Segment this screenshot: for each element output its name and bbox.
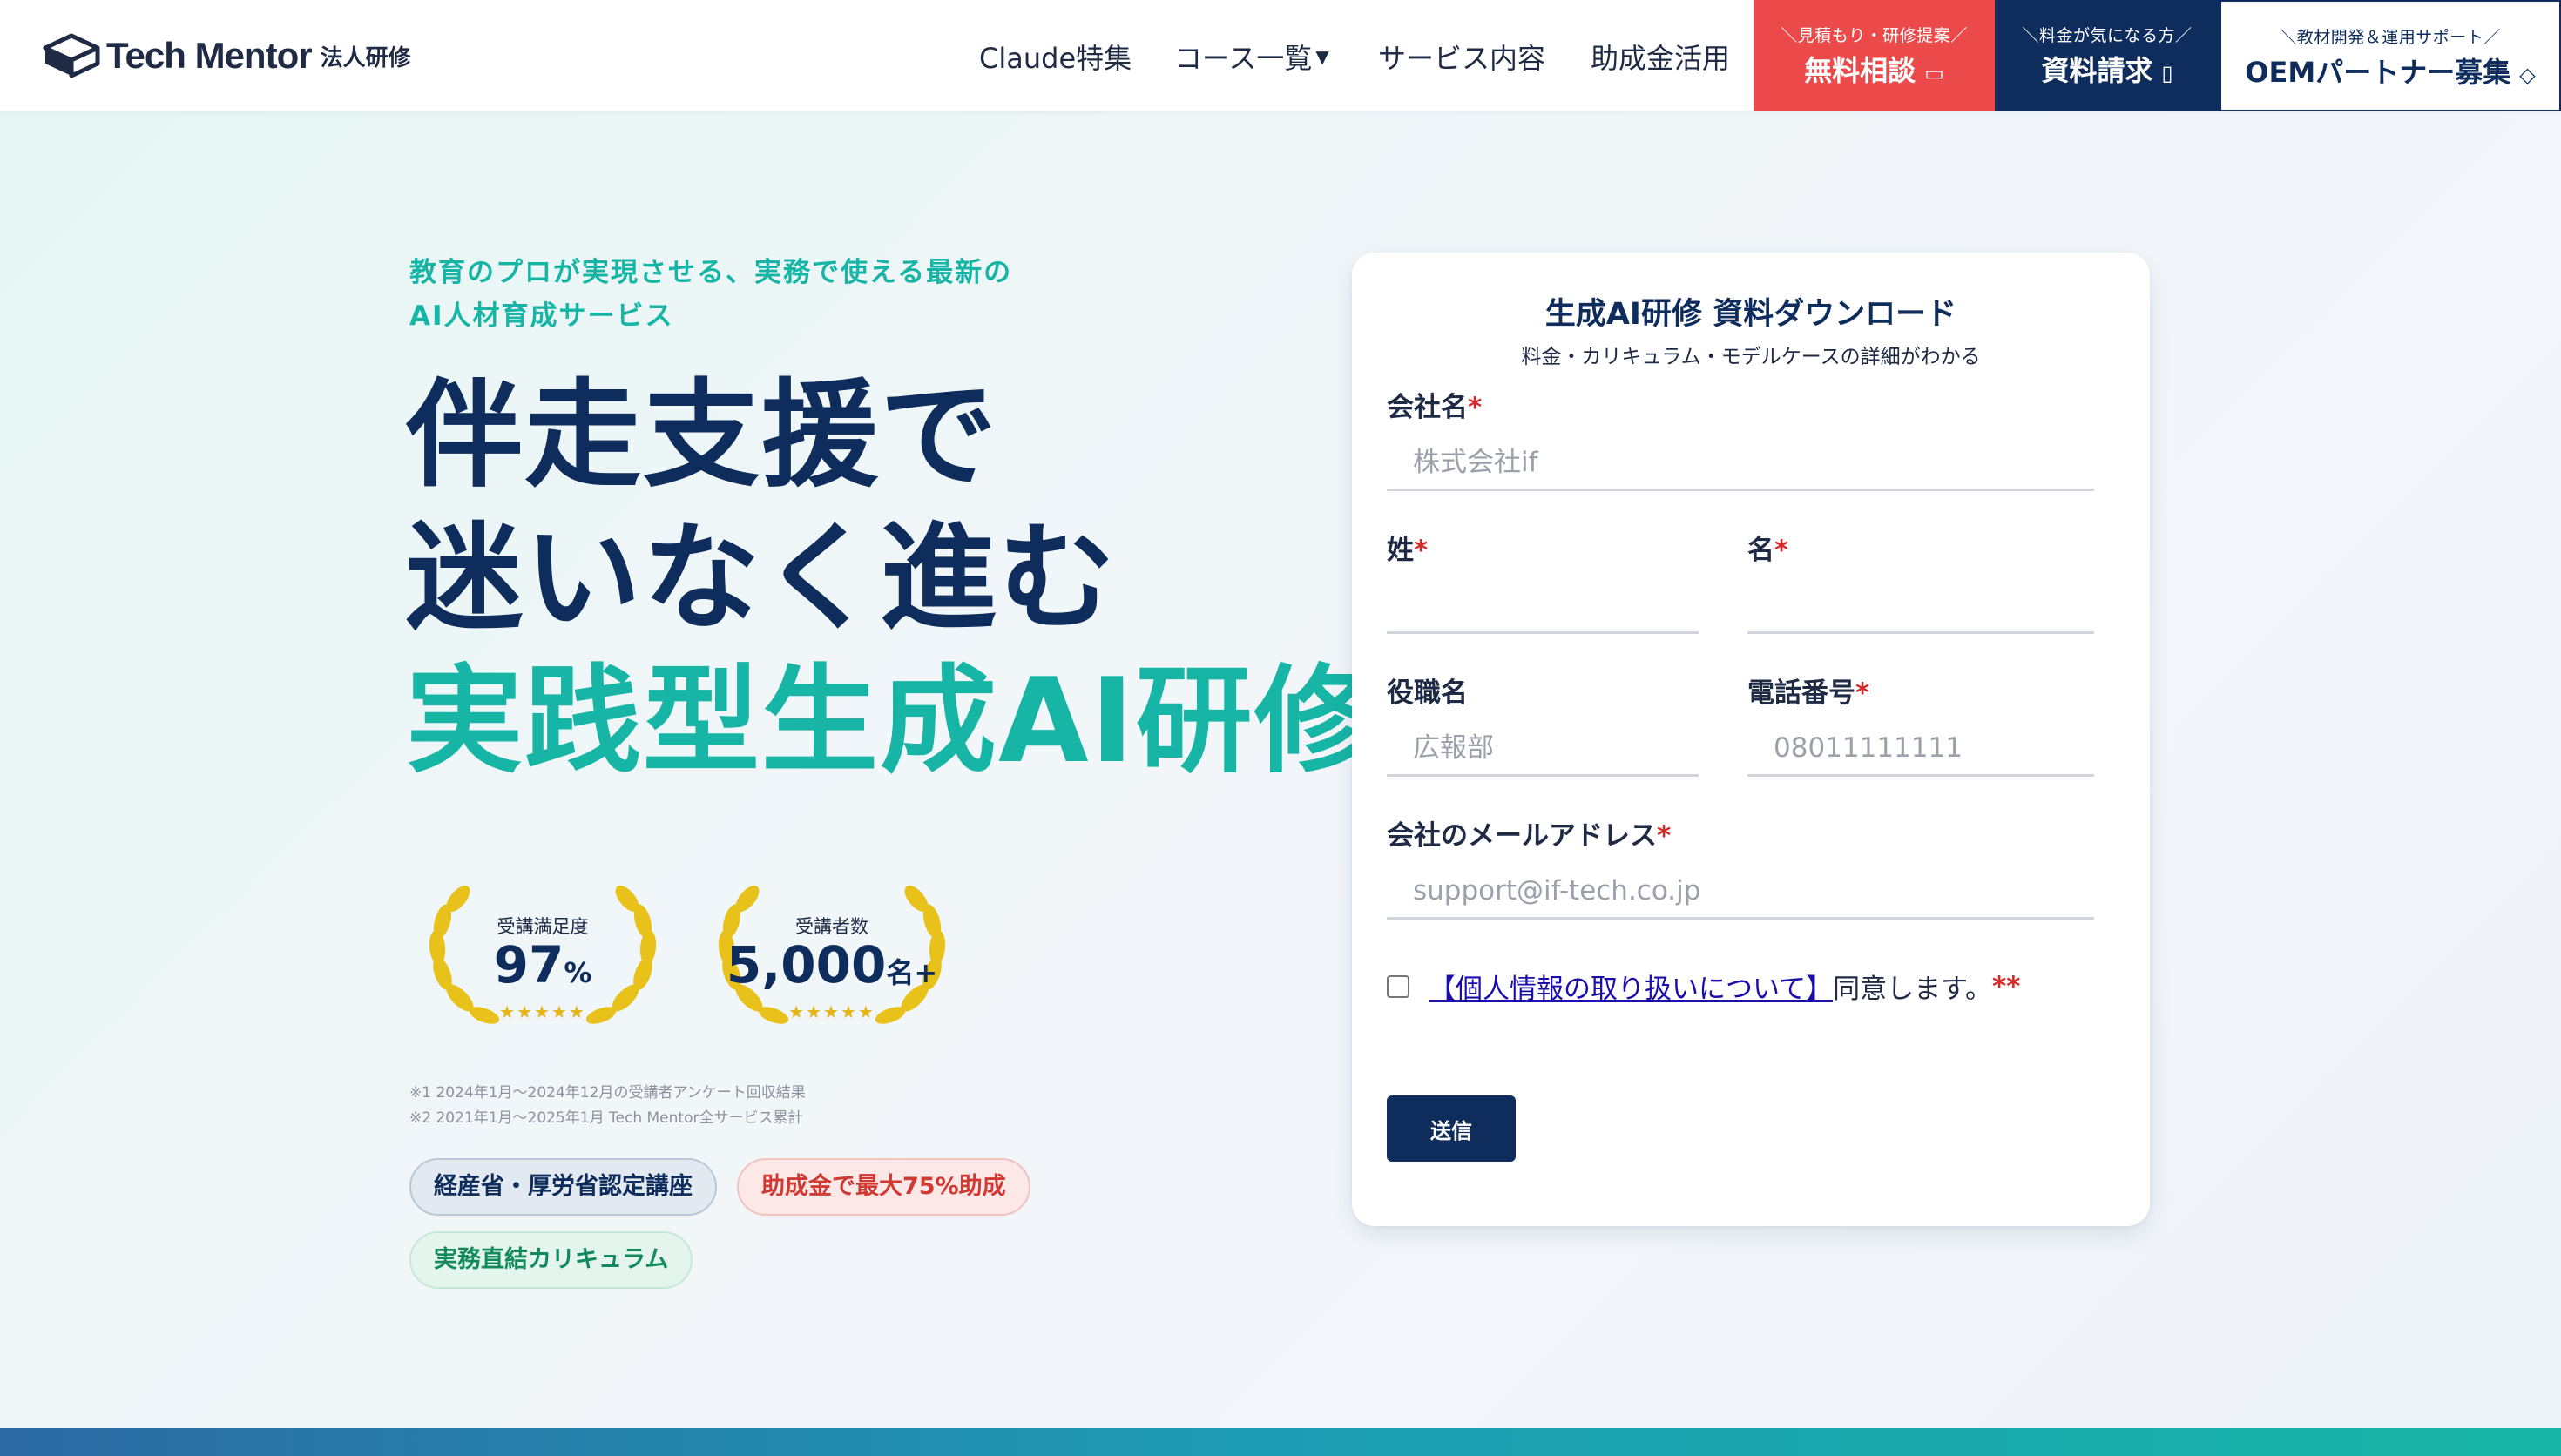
oem-partner-pre: ＼教材開発＆運用サポート／ [2280,28,2501,47]
badge-curriculum: 実務直結カリキュラム [409,1231,693,1289]
award-satisfaction-stars: ★★★★★ [499,1001,586,1022]
consent-text: 同意します。 [1833,974,1992,1005]
oem-partner-button[interactable]: ＼教材開発＆運用サポート／ OEMパートナー募集 ◇ [2220,0,2561,111]
award-satisfaction-value: 97% [493,935,592,994]
company-input[interactable] [1387,435,2094,491]
nav-subsidy[interactable]: 助成金活用 [1591,37,1730,77]
chevron-down-icon: ▼ [1315,46,1329,67]
oem-partner-label: OEMパートナー募集 [2245,56,2511,89]
consent-checkbox[interactable] [1387,974,1409,998]
hero-tagline: 教育のプロが実現させる、実務で使える最新の AI人材育成サービス [409,251,1012,338]
required-mark: * [1468,392,1483,423]
last-name-label: 姓* [1387,535,1429,566]
hero-tagline-line-2: AI人材育成サービス [409,300,674,332]
free-consult-pre: ＼見積もり・研修提案／ [1781,26,1968,45]
form-title: 生成AI研修 資料ダウンロード [1544,297,1957,332]
hero-tagline-line-1: 教育のプロが実現させる、実務で使える最新の [409,257,1013,288]
badge-certified: 経産省・厚労省認定講座 [409,1158,717,1216]
award-students: 受講者数 5,000名+ ★★★★★ [706,878,958,1035]
request-docs-label: 資料請求 [2041,54,2153,87]
phone-input[interactable] [1747,721,2094,777]
free-consult-label: 無料相談 [1804,54,1916,87]
required-mark: * [1855,677,1870,709]
logo[interactable]: Tech Mentor 法人研修 [40,31,411,80]
last-name-input[interactable] [1387,578,1699,634]
email-label: 会社のメールアドレス* [1387,820,1672,852]
award-students-stars: ★★★★★ [788,1001,875,1022]
logo-text: Tech Mentor [106,35,313,76]
first-name-input[interactable] [1747,578,2094,634]
consent-required-mark: ** [1991,970,2021,1002]
submit-button[interactable]: 送信 [1387,1095,1516,1162]
footnote-2: ※2 2021年1月〜2025年1月 Tech Mentor全サービス累計 [409,1109,803,1127]
badge-subsidy: 助成金で最大75%助成 [737,1158,1030,1216]
form-subtitle: 料金・カリキュラム・モデルケースの詳細がわかる [1521,346,1981,368]
company-label: 会社名* [1387,392,1483,423]
next-section-band [0,1428,2561,1456]
required-mark: * [1774,535,1789,566]
hero-headline: 伴走支援で 迷いなく進む 実践型生成AI研修 [406,364,1373,792]
nav-course-list[interactable]: コース一覧 ▼ [1174,37,1329,77]
nav-claude[interactable]: Claude特集 [979,37,1132,77]
hero-headline-line-3: 実践型生成AI研修 [406,653,1373,789]
free-consult-button[interactable]: ＼見積もり・研修提案／ 無料相談 ▭ [1754,0,1995,111]
required-mark: * [1414,535,1429,566]
diamond-icon: ◇ [2519,63,2536,87]
request-docs-button[interactable]: ＼料金が気になる方／ 資料請求 ▯ [1995,0,2220,111]
required-mark: * [1657,820,1672,852]
document-download-form: 生成AI研修 資料ダウンロード 料金・カリキュラム・モデルケースの詳細がわかる … [1352,253,2150,1226]
consent-row: 【個人情報の取り扱いについて】 同意します。 ** [1387,967,2020,1006]
award-satisfaction-unit: % [564,956,592,989]
award-students-value: 5,000名+ [726,935,938,994]
job-title-label: 役職名 [1387,677,1468,709]
first-name-label: 名* [1747,535,1789,566]
hero-headline-line-2: 迷いなく進む [406,510,1118,646]
logo-subtitle: 法人研修 [320,44,411,71]
award-students-unit: 名+ [886,956,938,989]
footnote-1: ※1 2024年1月〜2024年12月の受講者アンケート回収結果 [409,1084,806,1102]
privacy-policy-link[interactable]: 【個人情報の取り扱いについて】 [1429,967,1833,1006]
hero-headline-line-1: 伴走支援で [406,367,999,503]
video-icon: ▭ [1924,61,1944,85]
logo-cube-icon [43,33,100,78]
request-docs-pre: ＼料金が気になる方／ [2022,26,2193,45]
site-header: Tech Mentor 法人研修 Claude特集 コース一覧 ▼ サービス内容 … [0,0,2561,111]
email-input[interactable] [1387,864,2094,920]
job-title-input[interactable] [1387,721,1699,777]
phone-label: 電話番号* [1747,677,1870,709]
nav-course-list-label: コース一覧 [1174,42,1313,75]
nav-services[interactable]: サービス内容 [1378,37,1545,77]
document-icon: ▯ [2161,61,2173,85]
award-satisfaction: 受講満足度 97% ★★★★★ [416,878,669,1035]
